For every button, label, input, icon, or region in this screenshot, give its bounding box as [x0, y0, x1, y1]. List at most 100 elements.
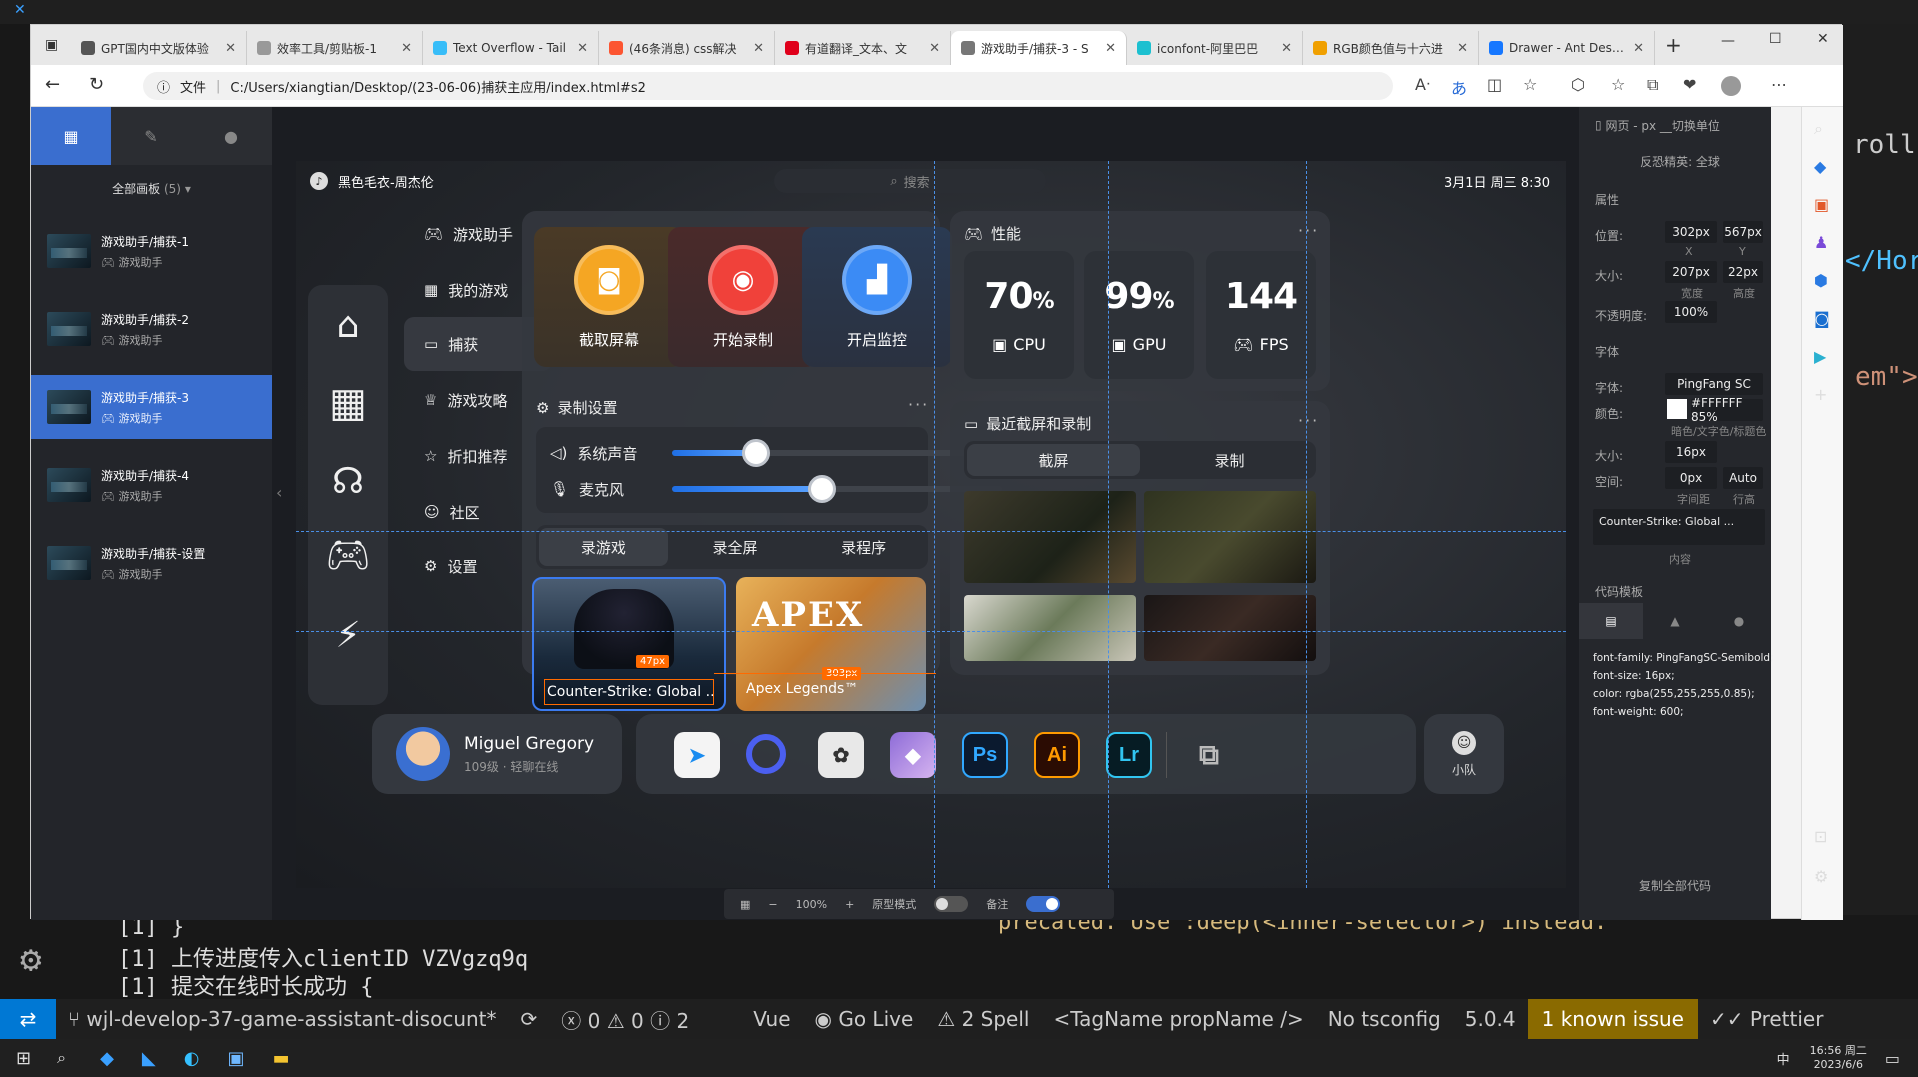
assets-tab-icon[interactable]: ●	[191, 107, 271, 165]
prototype-toggle[interactable]	[934, 896, 969, 912]
team-button[interactable]: ☺ 小队	[1424, 714, 1504, 794]
close-icon[interactable]: ✕	[753, 41, 764, 56]
close-icon[interactable]: ✕	[1457, 41, 1468, 56]
browser-tab-active[interactable]: 游戏助手/捕获-3 - S ✕	[951, 31, 1127, 65]
close-icon[interactable]: ✕	[1281, 41, 1292, 56]
spell-status[interactable]: ⚠ 2 Spell	[925, 1007, 1041, 1031]
y-field[interactable]: 567px	[1723, 221, 1763, 243]
tag-icon[interactable]: ◆	[1814, 157, 1826, 176]
lightning-icon[interactable]: ⚡︎	[324, 611, 372, 659]
search-input[interactable]: ⌕ 搜索	[774, 169, 1046, 193]
folder-taskbar-icon[interactable]: ▬	[272, 1048, 289, 1069]
close-icon[interactable]: ✕	[401, 41, 412, 56]
edit-tab-icon[interactable]: ✎	[111, 107, 191, 165]
extensions-icon[interactable]: ⬡	[1571, 75, 1585, 94]
system-sound-slider[interactable]: ◁) 系统声音	[536, 433, 1016, 473]
translate-icon[interactable]: あ	[1451, 75, 1467, 99]
windows-start-icon[interactable]: ⊞	[16, 1048, 31, 1069]
refresh-icon[interactable]: ↻	[89, 74, 104, 95]
slider-knob[interactable]	[742, 439, 770, 467]
toolbox-icon[interactable]: ▣	[1814, 195, 1829, 214]
gear-icon[interactable]: ⚙	[20, 939, 42, 980]
outlook-icon[interactable]: ◙	[1814, 309, 1830, 328]
browser-tab[interactable]: 有道翻译_文本、文 ✕	[775, 31, 951, 65]
monitor-button[interactable]: ▟ 开启监控	[802, 227, 952, 367]
bee-app-icon[interactable]: ✿	[818, 732, 864, 778]
settings-icon[interactable]: ⚙	[1814, 867, 1828, 886]
drop-icon[interactable]: ▶	[1814, 347, 1826, 366]
zoom-in-button[interactable]: +	[845, 898, 854, 911]
problems-status[interactable]: ⓧ 0 ⚠ 0 ⓘ 2	[549, 1005, 701, 1034]
copy-code-button[interactable]: 复制全部代码	[1579, 877, 1771, 894]
artboard-item[interactable]: 游戏助手/捕获-设置 🎮︎ 游戏助手	[31, 531, 272, 595]
more-icon[interactable]: ⋯	[1771, 75, 1787, 94]
language-status[interactable]: Vue	[741, 1007, 802, 1031]
browser-tab[interactable]: 效率工具/剪贴板-1 ✕	[247, 31, 423, 65]
window-close-button[interactable]: ✕	[1817, 31, 1829, 47]
browser-tab[interactable]: GPT国内中文版体验 ✕	[71, 31, 247, 65]
close-icon[interactable]: ✕	[225, 41, 236, 56]
new-tab-button[interactable]: +	[1665, 33, 1682, 57]
tab-recordings[interactable]: 录制	[1143, 441, 1316, 479]
office-icon[interactable]: ⬢	[1814, 271, 1828, 290]
capture-thumbnail[interactable]	[1144, 491, 1316, 583]
tab-actions-icon[interactable]: ▣	[45, 37, 58, 53]
capture-thumbnail[interactable]	[964, 595, 1136, 661]
capture-thumbnail[interactable]	[1144, 595, 1316, 661]
font-field[interactable]: PingFang SC	[1665, 373, 1763, 395]
design-artboard[interactable]: ♪ 黑色毛衣-周杰伦 ⌕ 搜索 3月1日 周三 8:30 ⌂ ▦ ☊ 🎮︎ ⚡︎ …	[296, 161, 1566, 888]
sync-icon[interactable]: ⟳	[509, 1007, 550, 1031]
terminal-panel[interactable]: ⚙ [1] } [1] 上传进度传入clientID VZVgzq9q [1] …	[0, 915, 1918, 1000]
artboard-item[interactable]: 游戏助手/捕获-2 🎮︎ 游戏助手	[31, 297, 272, 361]
collections-icon[interactable]: ⧉	[1647, 75, 1658, 95]
letter-spacing-field[interactable]: 0px	[1665, 467, 1717, 489]
artboard-item[interactable]: 游戏助手/捕获-4 🎮︎ 游戏助手	[31, 453, 272, 517]
games-icon[interactable]: ♟	[1814, 233, 1828, 252]
game-card-csgo[interactable]: Counter-Strike: Global ... 47px	[532, 577, 726, 711]
artboard-item[interactable]: 游戏助手/捕获-1 🎮︎ 游戏助手	[31, 219, 272, 283]
music-icon[interactable]: ♪	[310, 172, 328, 190]
color-field[interactable]: #FFFFFF 85%	[1691, 396, 1763, 424]
canvas[interactable]: ‹ ♪ 黑色毛衣-周杰伦 ⌕ 搜索 3月1日 周三 8:30 ⌂ ▦ ☊ 🎮︎ ⚡…	[272, 107, 1579, 920]
clock[interactable]: 16:56 周二 2023/6/6	[1810, 1044, 1867, 1072]
search-icon[interactable]: ⌕	[1814, 119, 1823, 139]
code-snippet[interactable]: font-family: PingFangSC-Semibold; font-s…	[1593, 649, 1774, 721]
grid-icon[interactable]: ▦	[740, 898, 750, 911]
close-icon[interactable]: ✕	[577, 41, 588, 56]
window-switch-icon[interactable]: ⧉	[1186, 732, 1232, 778]
obsidian-app-icon[interactable]: ◆	[890, 732, 936, 778]
ts-version[interactable]: 5.0.4	[1453, 1007, 1528, 1031]
minimize-button[interactable]: —	[1721, 33, 1735, 49]
more-icon[interactable]: ···	[1298, 221, 1319, 240]
edge-taskbar-icon[interactable]: ◐	[184, 1048, 200, 1069]
line-height-field[interactable]: Auto	[1723, 467, 1763, 489]
browser-tab[interactable]: Drawer - Ant Design ✕	[1479, 31, 1655, 65]
tab-screenshots[interactable]: 截屏	[967, 444, 1140, 476]
height-field[interactable]: 22px	[1723, 261, 1763, 283]
ime-indicator[interactable]: 中	[1777, 1049, 1790, 1068]
notes-toggle[interactable]	[1026, 896, 1061, 912]
tag-status[interactable]: <TagName propName />	[1041, 1007, 1315, 1031]
browser-tab[interactable]: iconfont-阿里巴巴 ✕	[1127, 31, 1303, 65]
capture-thumbnail[interactable]	[964, 491, 1136, 583]
close-icon[interactable]: ✕	[1633, 41, 1644, 56]
lightroom-app-icon[interactable]: Lr	[1106, 732, 1152, 778]
photoshop-app-icon[interactable]: Ps	[962, 732, 1008, 778]
content-field[interactable]: Counter-Strike: Global ...	[1593, 509, 1765, 545]
go-live-button[interactable]: ◉ Go Live	[803, 1007, 926, 1031]
x-field[interactable]: 302px	[1665, 221, 1717, 243]
zoom-out-button[interactable]: −	[768, 898, 777, 911]
screenshot-icon[interactable]: ⊡	[1814, 827, 1827, 846]
screenshot-button[interactable]: ◙ 截取屏幕	[534, 227, 684, 367]
tsconfig-status[interactable]: No tsconfig	[1316, 1007, 1453, 1031]
notification-icon[interactable]: ▭	[1885, 1049, 1900, 1068]
remote-icon[interactable]: ⇄	[0, 999, 56, 1039]
record-button[interactable]: ◉ 开始录制	[668, 227, 818, 367]
artboards-tab-icon[interactable]: ▦	[31, 107, 111, 165]
close-icon[interactable]: ✕	[929, 41, 940, 56]
user-card[interactable]: Miguel Gregory 109级 · 轻聊在线	[372, 714, 622, 794]
font-size-field[interactable]: 16px	[1665, 441, 1717, 463]
more-icon[interactable]: ···	[908, 395, 929, 414]
color-swatch[interactable]	[1667, 399, 1687, 419]
slider-knob[interactable]	[808, 475, 836, 503]
